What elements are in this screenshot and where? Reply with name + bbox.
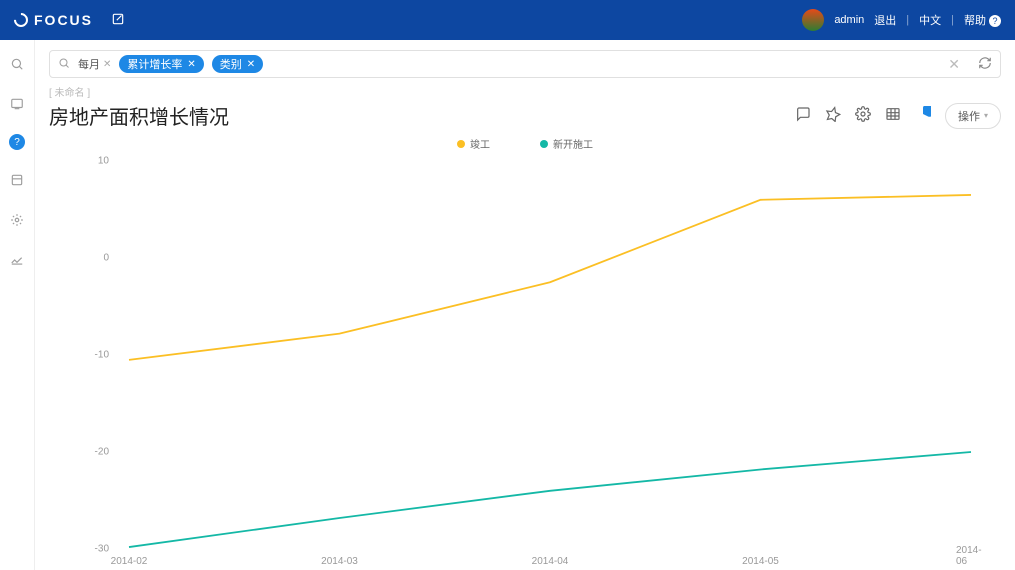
- chart-plot: 10 0 -10 -20 -302014-02 2014-03 2014-04 2014-05…: [49, 151, 1001, 567]
- pie-icon[interactable]: [915, 106, 931, 125]
- comment-icon[interactable]: [795, 106, 811, 125]
- edit-icon[interactable]: [111, 12, 125, 29]
- gear-icon[interactable]: [855, 106, 871, 125]
- x-tick-label: 2014-04: [532, 556, 569, 567]
- brand-logo: FOCUS: [14, 12, 93, 28]
- x-tick-label: 2014-05: [742, 556, 779, 567]
- close-icon[interactable]: ✕: [103, 59, 111, 70]
- refresh-icon[interactable]: [978, 56, 992, 73]
- y-tick-label: 0: [103, 253, 109, 264]
- avatar[interactable]: [802, 9, 824, 31]
- search-icon: [58, 57, 70, 72]
- title-row: 房地产面积增长情况 操作▾: [49, 101, 1001, 130]
- pin-icon[interactable]: [825, 106, 841, 125]
- chart-line: [129, 195, 971, 360]
- user-name[interactable]: admin: [834, 14, 864, 26]
- legend-dot-icon: [457, 140, 465, 148]
- separator: |: [906, 14, 909, 26]
- legend-item[interactable]: 新开施工: [540, 136, 593, 151]
- app-header: FOCUS admin 退出 | 中文 | 帮助?: [0, 0, 1015, 40]
- x-tick-label: 2014-03: [321, 556, 358, 567]
- logout-link[interactable]: 退出: [874, 12, 896, 28]
- filter-chip[interactable]: 类别✕: [212, 55, 263, 73]
- sidebar-data-icon[interactable]: [7, 170, 27, 190]
- sidebar: ?: [0, 40, 35, 570]
- chevron-down-icon: ▾: [984, 111, 988, 120]
- sidebar-active-icon[interactable]: ?: [9, 134, 25, 150]
- filter-chip[interactable]: 累计增长率✕: [119, 55, 203, 73]
- logo-icon: [11, 10, 31, 30]
- sidebar-trend-icon[interactable]: [7, 250, 27, 270]
- search-bar[interactable]: 每月✕ 累计增长率✕ 类别✕ ✕: [49, 50, 1001, 78]
- breadcrumb: [ 未命名 ]: [49, 84, 1001, 99]
- main-content: 每月✕ 累计增长率✕ 类别✕ ✕ [ 未命名 ] 房地产面积增长情况: [35, 40, 1015, 570]
- legend-label: 竣工: [470, 136, 490, 151]
- chart-lines: [129, 161, 971, 549]
- legend-item[interactable]: 竣工: [457, 136, 490, 151]
- chart-area: 竣工 新开施工 10 0 -10 -20 -302014-02 2014-03 2014-04…: [49, 130, 1001, 570]
- legend-dot-icon: [540, 140, 548, 148]
- page-title: 房地产面积增长情况: [49, 101, 229, 130]
- close-icon[interactable]: ✕: [187, 59, 195, 70]
- x-tick-label: 2014-06: [956, 545, 986, 567]
- y-tick-label: -30: [95, 544, 109, 555]
- sidebar-board-icon[interactable]: [7, 94, 27, 114]
- chart-legend: 竣工 新开施工: [49, 136, 1001, 151]
- lang-link[interactable]: 中文: [919, 12, 941, 28]
- sidebar-gear-icon[interactable]: [7, 210, 27, 230]
- separator: |: [951, 14, 954, 26]
- chart-line: [129, 452, 971, 547]
- clear-search-icon[interactable]: ✕: [948, 56, 960, 73]
- legend-label: 新开施工: [553, 136, 593, 151]
- action-button[interactable]: 操作▾: [945, 103, 1001, 129]
- help-link[interactable]: 帮助?: [964, 12, 1001, 28]
- table-icon[interactable]: [885, 106, 901, 125]
- sidebar-search-icon[interactable]: [7, 54, 27, 74]
- filter-chip-plain[interactable]: 每月✕: [78, 56, 111, 72]
- title-actions: 操作▾: [795, 103, 1001, 129]
- close-icon[interactable]: ✕: [247, 59, 255, 70]
- brand-name: FOCUS: [34, 12, 93, 28]
- header-right: admin 退出 | 中文 | 帮助?: [802, 9, 1001, 31]
- y-tick-label: 10: [98, 156, 109, 167]
- y-tick-label: -10: [95, 350, 109, 361]
- x-tick-label: 2014-02: [111, 556, 148, 567]
- y-tick-label: -20: [95, 447, 109, 458]
